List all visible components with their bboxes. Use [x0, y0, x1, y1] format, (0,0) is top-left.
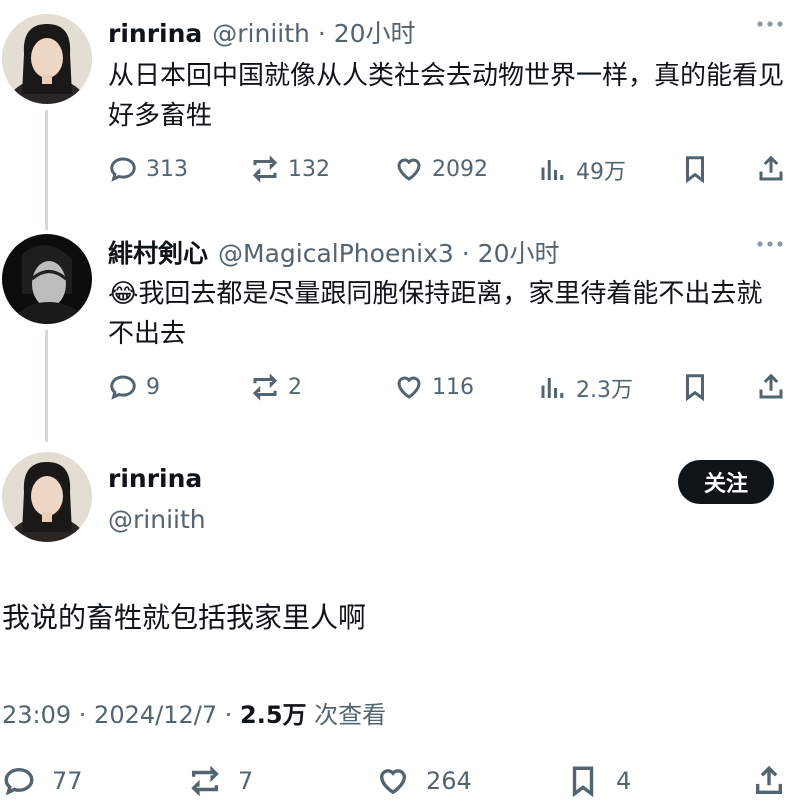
like-button[interactable]: 116 — [394, 372, 474, 402]
retweet-count: 7 — [238, 767, 254, 795]
bookmark-button[interactable] — [680, 372, 710, 406]
views-icon — [541, 378, 564, 398]
avatar[interactable] — [2, 14, 92, 104]
author-handle[interactable]: @riniith — [108, 505, 206, 534]
bookmark-icon — [572, 766, 594, 798]
tweet-meta: 23:09 · 2024/12/7 · 2.5万 次查看 — [2, 695, 386, 730]
like-count: 116 — [432, 374, 474, 400]
tweet-body: 我回去都是尽量跟同胞保持距离，家里待着能不出去就不出去 — [108, 279, 763, 349]
bookmark-button[interactable] — [680, 154, 710, 188]
heart-icon — [397, 158, 421, 181]
retweet-button[interactable]: 7 — [188, 764, 253, 798]
retweet-icon — [252, 373, 278, 401]
reply-count: 77 — [52, 767, 83, 795]
views-icon — [541, 160, 564, 180]
bookmark-button[interactable]: 4 — [566, 764, 631, 798]
avatar[interactable] — [2, 234, 92, 324]
more-icon[interactable] — [755, 234, 785, 260]
author-name[interactable]: rinrina — [108, 464, 202, 493]
retweet-button[interactable]: 2 — [250, 372, 302, 402]
share-button[interactable] — [752, 764, 786, 802]
reply-icon — [110, 157, 136, 182]
retweet-icon — [191, 765, 219, 797]
main-tweet-text: 我说的畜牲就包括我家里人啊 — [2, 601, 367, 634]
view-label: 次查看 — [306, 701, 387, 729]
bookmark-icon — [686, 374, 704, 402]
tweet-text: 😂我回去都是尽量跟同胞保持距离，家里待着能不出去就不出去 — [108, 274, 788, 354]
thread-line — [45, 110, 48, 230]
share-icon — [755, 765, 783, 795]
follow-button[interactable]: 关注 — [678, 460, 774, 504]
reply-icon — [110, 375, 136, 400]
reply-count: 313 — [146, 156, 188, 182]
share-button[interactable] — [756, 372, 786, 406]
views-count: 2.3万 — [576, 378, 633, 403]
like-button[interactable]: 264 — [376, 764, 472, 798]
retweet-button[interactable]: 132 — [250, 154, 330, 184]
more-icon[interactable] — [755, 14, 785, 40]
heart-icon — [379, 769, 407, 795]
retweet-count: 2 — [288, 374, 302, 400]
like-count: 264 — [426, 767, 472, 795]
like-count: 2092 — [432, 156, 488, 182]
share-button[interactable] — [756, 154, 786, 188]
views-count: 49万 — [576, 160, 626, 185]
reply-icon — [4, 767, 34, 796]
laughing-emoji: 😂 — [108, 279, 139, 309]
bookmark-count: 4 — [616, 767, 632, 795]
avatar[interactable] — [2, 452, 92, 542]
author-name[interactable]: 緋村剣心 — [108, 234, 208, 270]
share-icon — [759, 373, 783, 399]
view-count: 2.5万 — [240, 701, 307, 729]
tweet-text: 从日本回中国就像从人类社会去动物世界一样，真的能看见好多畜牲 — [108, 61, 785, 131]
heart-icon — [397, 376, 421, 399]
share-icon — [759, 155, 783, 181]
author-handle-time[interactable]: @riniith · 20小时 — [212, 14, 415, 50]
retweet-icon — [252, 155, 278, 183]
like-button[interactable]: 2092 — [394, 154, 488, 184]
reply-count: 9 — [146, 374, 160, 400]
views-button[interactable]: 49万 — [538, 154, 626, 186]
timestamp[interactable]: 23:09 · 2024/12/7 · — [2, 701, 240, 729]
reply-button[interactable]: 9 — [108, 372, 160, 402]
thread-line — [45, 330, 48, 442]
views-button[interactable]: 2.3万 — [538, 372, 633, 404]
retweet-count: 132 — [288, 156, 330, 182]
reply-button[interactable]: 313 — [108, 154, 188, 184]
author-handle-time[interactable]: @MagicalPhoenix3 · 20小时 — [218, 234, 559, 270]
bookmark-icon — [686, 156, 704, 184]
reply-button[interactable]: 77 — [2, 764, 83, 798]
author-name[interactable]: rinrina — [108, 19, 202, 48]
